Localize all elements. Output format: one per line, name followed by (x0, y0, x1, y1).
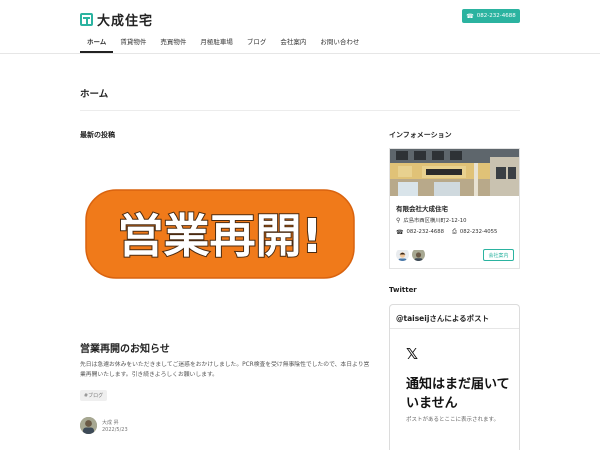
phone-icon: ☎ (396, 228, 404, 236)
post-excerpt: 先日は急遽お休みをいただきましてご迷惑をおかけしました。PCR検査を受け無事陰性… (80, 362, 370, 378)
address-text: 広島市西区横川町2-12-10 (403, 218, 467, 224)
nav-item-parking[interactable]: 月極駐車場 (193, 34, 240, 54)
staff-avatar-image (412, 250, 425, 261)
address-row: ⚲ 広島市西区横川町2-12-10 (396, 216, 467, 225)
avatar-image (80, 417, 97, 434)
staff-avatar-image (396, 250, 409, 261)
author-name: 大成 昇 (102, 420, 119, 426)
company-info-button[interactable]: 会社案内 (483, 249, 514, 261)
nav-item-contact[interactable]: お問い合わせ (313, 34, 366, 54)
information-heading: インフォメーション (389, 131, 452, 139)
x-logo-icon: 𝕏 (406, 345, 419, 363)
global-nav: ホーム 賃貸物件 売買物件 月極駐車場 ブログ 会社案内 お問い合わせ (80, 34, 366, 54)
page-title: ホーム (80, 89, 109, 100)
post-title[interactable]: 営業再開のお知らせ (80, 340, 170, 355)
nav-item-home[interactable]: ホーム (80, 34, 114, 54)
staff-avatar (396, 248, 409, 261)
map-pin-icon: ⚲ (396, 216, 401, 224)
fax-text: 082-232-4055 (459, 229, 498, 235)
nav-item-blog[interactable]: ブログ (240, 34, 274, 54)
tel-text[interactable]: 082-232-4688 (406, 229, 444, 235)
author-avatar (80, 417, 97, 434)
phone-button[interactable]: ☎ 082-232-4688 (462, 9, 520, 23)
phone-number: 082-232-4688 (476, 13, 516, 19)
nav-item-rental[interactable]: 賃貸物件 (113, 34, 153, 54)
fax-icon: ⎙ (452, 228, 457, 235)
twitter-empty-subtext: ポストがあるとここに表示されます。 (406, 417, 499, 423)
logo-text: 大成住宅 (97, 14, 154, 29)
twitter-divider (390, 328, 519, 329)
nav-item-company[interactable]: 会社案内 (273, 34, 313, 54)
storefront-photo (390, 149, 519, 196)
twitter-embed-header[interactable]: @taiseijさんによるポスト (396, 313, 489, 324)
twitter-embed: @taiseijさんによるポスト 𝕏 通知はまだ届いていません ポストがあるとこ… (389, 304, 520, 450)
eyecatch-text: 営業再開! (118, 209, 323, 263)
twitter-heading: Twitter (389, 286, 417, 294)
staff-avatar (412, 248, 425, 261)
contact-row: ☎ 082-232-4688 ⎙ 082-232-4055 (396, 228, 497, 236)
nav-item-sale[interactable]: 売買物件 (153, 34, 193, 54)
twitter-empty-message: 通知はまだ届いていません (406, 377, 510, 411)
phone-icon: ☎ (466, 12, 474, 20)
company-name: 有限会社大成住宅 (396, 205, 448, 213)
site-header: 大成住宅 ☎ 082-232-4688 ホーム 賃貸物件 売買物件 月極駐車場 … (0, 0, 600, 54)
post-tag[interactable]: #ブログ (80, 390, 107, 401)
post-eyecatch-image[interactable]: 営業再開! (80, 176, 360, 296)
company-info-card: 有限会社大成住宅 ⚲ 広島市西区横川町2-12-10 ☎ 082-232-468… (389, 148, 520, 269)
logo-icon (80, 13, 93, 26)
title-divider (80, 110, 520, 111)
latest-posts-heading: 最新の投稿 (80, 131, 115, 139)
post-date: 2022/5/23 (102, 427, 128, 433)
site-logo[interactable]: 大成住宅 (80, 10, 153, 29)
